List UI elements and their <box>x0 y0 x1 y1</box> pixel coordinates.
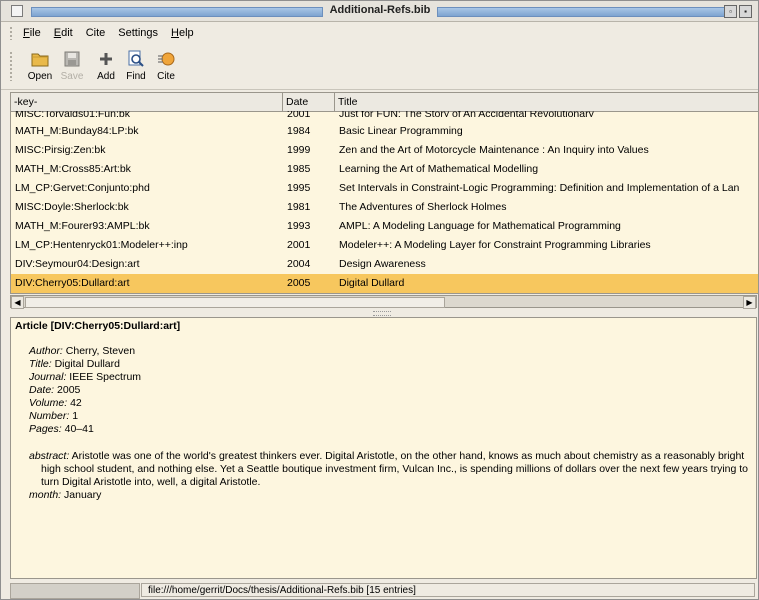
cell-date: 2001 <box>287 111 311 117</box>
table-row[interactable]: MISC:Pirsig:Zen:bk 1999 Zen and the Art … <box>11 141 758 160</box>
cell-title: Digital Dullard <box>339 277 405 289</box>
add-label: Add <box>97 71 115 82</box>
app-window: Additional-Refs.bib ▫ ▪ File Edit Cite S… <box>0 0 759 600</box>
status-bar: file:///home/gerrit/Docs/thesis/Addition… <box>10 583 757 599</box>
cell-key: LM_CP:Hentenryck01:Modeler++:inp <box>15 239 188 251</box>
cell-title: Learning the Art of Mathematical Modelli… <box>339 163 539 175</box>
find-icon <box>128 50 144 67</box>
title-bar[interactable]: Additional-Refs.bib ▫ ▪ <box>1 1 758 22</box>
find-button[interactable]: Find <box>121 49 151 82</box>
menu-file[interactable]: File <box>23 27 41 39</box>
table-row[interactable]: MATH_M:Fourer93:AMPL:bk 1993 AMPL: A Mod… <box>11 217 758 236</box>
table-row[interactable]: MISC:Doyle:Sherlock:bk 1981 The Adventur… <box>11 198 758 217</box>
field-journal: Journal: IEEE Spectrum <box>29 371 142 383</box>
add-entry-icon <box>100 53 112 65</box>
window-menu-icon[interactable] <box>11 5 23 17</box>
cell-date: 1993 <box>287 220 311 232</box>
cell-key: MATH_M:Cross85:Art:bk <box>15 163 131 175</box>
menu-help[interactable]: Help <box>171 27 194 39</box>
floppy-disk-icon <box>64 51 80 67</box>
window-title: Additional-Refs.bib <box>329 4 431 16</box>
entries-table[interactable]: -key- Date Title MISC:Torvalds01:Fun:bk … <box>10 92 759 294</box>
menu-bar: File Edit Cite Settings Help <box>1 22 758 44</box>
table-row[interactable]: MISC:Torvalds01:Fun:bk 2001 Just for FUN… <box>11 111 758 121</box>
entry-fields: Author: Cherry, Steven Title: Digital Du… <box>29 345 141 436</box>
cell-key: MISC:Torvalds01:Fun:bk <box>15 111 130 117</box>
cell-key: MISC:Pirsig:Zen:bk <box>15 144 106 156</box>
cell-title: Design Awareness <box>339 258 426 270</box>
menu-cite[interactable]: Cite <box>86 27 106 39</box>
cell-date: 1981 <box>287 201 311 213</box>
title-stripe-right <box>437 7 727 17</box>
open-button[interactable]: Open <box>25 49 55 82</box>
cell-title: Zen and the Art of Motorcycle Maintenanc… <box>339 144 649 156</box>
field-date: Date: 2005 <box>29 384 81 396</box>
cell-date: 1985 <box>287 163 311 175</box>
entry-detail-pane: Article [DIV:Cherry05:Dullard:art] Autho… <box>10 317 757 579</box>
cite-label: Cite <box>157 71 175 82</box>
table-header: -key- Date Title <box>11 93 758 112</box>
maximize-icon[interactable]: ▪ <box>739 5 752 18</box>
cell-date: 2005 <box>287 277 311 289</box>
horizontal-scrollbar[interactable]: ◀ ▶ <box>10 295 757 309</box>
column-header-date[interactable]: Date <box>283 93 335 111</box>
field-volume: Volume: 42 <box>29 397 82 409</box>
cell-key: LM_CP:Gervet:Conjunto:phd <box>15 182 150 194</box>
entry-heading: Article [DIV:Cherry05:Dullard:art] <box>15 320 181 332</box>
cell-date: 2004 <box>287 258 311 270</box>
cell-key: DIV:Seymour04:Design:art <box>15 258 140 270</box>
cite-icon <box>158 52 175 66</box>
cell-title: Basic Linear Programming <box>339 125 463 137</box>
table-row-selected[interactable]: DIV:Cherry05:Dullard:art 2005 Digital Du… <box>11 274 758 293</box>
field-abstract: abstract: Aristotle was one of the world… <box>29 450 749 488</box>
title-stripe-left <box>31 7 323 17</box>
minimize-icon[interactable]: ▫ <box>724 5 737 18</box>
save-label: Save <box>60 71 84 82</box>
field-number: Number: 1 <box>29 410 79 422</box>
field-month: month: January <box>29 489 102 501</box>
cell-key: MISC:Doyle:Sherlock:bk <box>15 201 129 213</box>
column-header-title[interactable]: Title <box>335 93 758 111</box>
scroll-right-icon[interactable]: ▶ <box>743 296 756 309</box>
toolbar: Open Save Add Find Cite <box>1 45 758 90</box>
table-row[interactable]: MATH_M:Bunday84:LP:bk 1984 Basic Linear … <box>11 122 758 141</box>
field-title: Title: Digital Dullard <box>29 358 120 370</box>
find-label: Find <box>126 71 146 82</box>
menu-edit[interactable]: Edit <box>54 27 73 39</box>
column-header-key[interactable]: -key- <box>11 93 283 111</box>
table-row[interactable]: LM_CP:Gervet:Conjunto:phd 1995 Set Inter… <box>11 179 758 198</box>
table-row[interactable]: DIV:Seymour04:Design:art 2004 Design Awa… <box>11 255 758 274</box>
cell-title: AMPL: A Modeling Language for Mathematic… <box>339 220 621 232</box>
cell-date: 1984 <box>287 125 311 137</box>
status-progress <box>10 583 140 599</box>
entry-extra-fields: abstract: Aristotle was one of the world… <box>29 450 749 502</box>
menu-settings[interactable]: Settings <box>118 27 158 39</box>
cell-title: Set Intervals in Constraint-Logic Progra… <box>339 182 740 194</box>
field-author: Author: Cherry, Steven <box>29 345 136 357</box>
scroll-left-icon[interactable]: ◀ <box>11 296 24 309</box>
cite-button[interactable]: Cite <box>151 49 181 82</box>
field-pages: Pages: 40–41 <box>29 423 94 435</box>
add-button[interactable]: Add <box>91 49 121 82</box>
table-row[interactable]: MATH_M:Cross85:Art:bk 1985 Learning the … <box>11 160 758 179</box>
scrollbar-thumb[interactable] <box>25 297 445 308</box>
cell-key: MATH_M:Fourer93:AMPL:bk <box>15 220 150 232</box>
open-label: Open <box>27 71 53 82</box>
table-row[interactable]: LM_CP:Hentenryck01:Modeler++:inp 2001 Mo… <box>11 236 758 255</box>
status-file-path: file:///home/gerrit/Docs/thesis/Addition… <box>141 583 755 597</box>
cell-title: Just for FUN: The Story of An Accidental… <box>339 111 594 117</box>
cell-title: Modeler++: A Modeling Layer for Constrai… <box>339 239 651 251</box>
cell-key: MATH_M:Bunday84:LP:bk <box>15 125 139 137</box>
save-button[interactable]: Save <box>57 49 87 82</box>
cell-date: 1995 <box>287 182 311 194</box>
folder-icon <box>31 53 49 67</box>
cell-key: DIV:Cherry05:Dullard:art <box>15 277 130 289</box>
pane-splitter[interactable] <box>373 311 391 316</box>
cell-date: 2001 <box>287 239 311 251</box>
window-controls: ▫ ▪ <box>724 5 752 18</box>
cell-title: The Adventures of Sherlock Holmes <box>339 201 507 213</box>
cell-date: 1999 <box>287 144 311 156</box>
